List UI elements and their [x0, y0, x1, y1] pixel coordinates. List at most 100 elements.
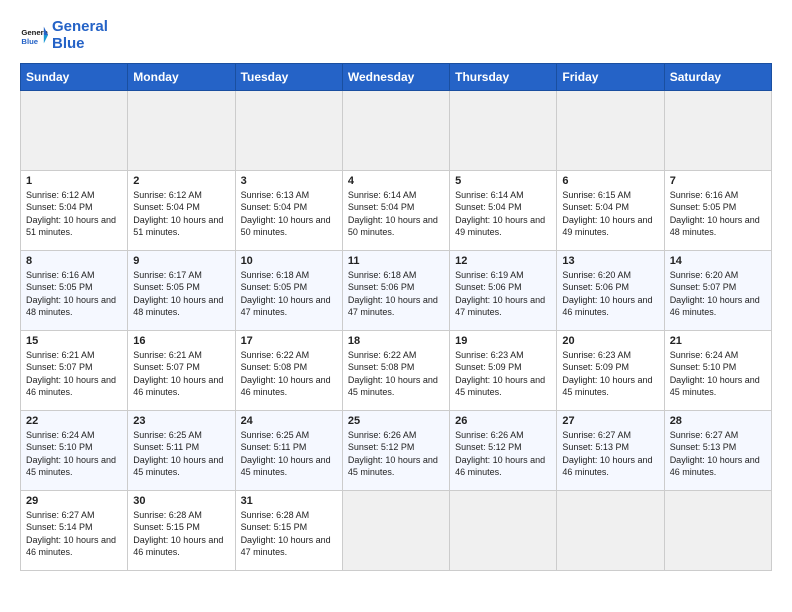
day-cell: [450, 490, 557, 570]
day-number: 21: [670, 335, 766, 347]
page: General Blue GeneralBlue SundayMondayTue…: [0, 0, 792, 581]
day-number: 28: [670, 415, 766, 427]
day-cell: 8Sunrise: 6:16 AMSunset: 5:05 PMDaylight…: [21, 250, 128, 330]
day-number: 2: [133, 175, 229, 187]
day-number: 16: [133, 335, 229, 347]
day-info: Sunrise: 6:14 AMSunset: 5:04 PMDaylight:…: [455, 190, 545, 238]
day-cell: 30Sunrise: 6:28 AMSunset: 5:15 PMDayligh…: [128, 490, 235, 570]
day-info: Sunrise: 6:27 AMSunset: 5:14 PMDaylight:…: [26, 510, 116, 558]
logo-text: GeneralBlue: [52, 18, 108, 53]
day-info: Sunrise: 6:24 AMSunset: 5:10 PMDaylight:…: [670, 350, 760, 398]
day-cell: 7 Sunrise: 6:16 AMSunset: 5:05 PMDaylight…: [664, 170, 771, 250]
day-number: 11: [348, 255, 444, 267]
day-number: 27: [562, 415, 658, 427]
day-number: 13: [562, 255, 658, 267]
day-cell: 4 Sunrise: 6:14 AMSunset: 5:04 PMDaylight…: [342, 170, 449, 250]
day-info: Sunrise: 6:19 AMSunset: 5:06 PMDaylight:…: [455, 270, 545, 318]
week-row-1: [21, 90, 772, 170]
day-cell: [664, 90, 771, 170]
day-info: Sunrise: 6:12 AMSunset: 5:04 PMDaylight:…: [133, 190, 223, 238]
day-cell: 3 Sunrise: 6:13 AMSunset: 5:04 PMDaylight…: [235, 170, 342, 250]
day-info: Sunrise: 6:28 AMSunset: 5:15 PMDaylight:…: [133, 510, 223, 558]
day-info: Sunrise: 6:26 AMSunset: 5:12 PMDaylight:…: [455, 430, 545, 478]
day-number: 7: [670, 175, 766, 187]
day-number: 31: [241, 495, 337, 507]
day-cell: [128, 90, 235, 170]
day-cell: 21 Sunrise: 6:24 AMSunset: 5:10 PMDayligh…: [664, 330, 771, 410]
day-cell: 24Sunrise: 6:25 AMSunset: 5:11 PMDayligh…: [235, 410, 342, 490]
day-number: 19: [455, 335, 551, 347]
header-cell-thursday: Thursday: [450, 63, 557, 90]
day-cell: [21, 90, 128, 170]
day-cell: 26 Sunrise: 6:26 AMSunset: 5:12 PMDayligh…: [450, 410, 557, 490]
logo-icon: General Blue: [20, 21, 48, 49]
week-row-2: 1Sunrise: 6:12 AMSunset: 5:04 PMDaylight…: [21, 170, 772, 250]
header-cell-monday: Monday: [128, 63, 235, 90]
day-info: Sunrise: 6:14 AMSunset: 5:04 PMDaylight:…: [348, 190, 438, 238]
day-number: 14: [670, 255, 766, 267]
week-row-4: 15 Sunrise: 6:21 AMSunset: 5:07 PMDayligh…: [21, 330, 772, 410]
day-info: Sunrise: 6:25 AMSunset: 5:11 PMDaylight:…: [133, 430, 223, 478]
day-cell: 25 Sunrise: 6:26 AMSunset: 5:12 PMDayligh…: [342, 410, 449, 490]
day-cell: 2 Sunrise: 6:12 AMSunset: 5:04 PMDaylight…: [128, 170, 235, 250]
day-cell: 28 Sunrise: 6:27 AMSunset: 5:13 PMDayligh…: [664, 410, 771, 490]
day-number: 8: [26, 255, 122, 267]
day-info: Sunrise: 6:27 AMSunset: 5:13 PMDaylight:…: [670, 430, 760, 478]
day-number: 15: [26, 335, 122, 347]
header: General Blue GeneralBlue: [20, 18, 772, 53]
calendar-table: SundayMondayTuesdayWednesdayThursdayFrid…: [20, 63, 772, 571]
day-number: 26: [455, 415, 551, 427]
logo: General Blue GeneralBlue: [20, 18, 108, 53]
day-cell: 12 Sunrise: 6:19 AMSunset: 5:06 PMDayligh…: [450, 250, 557, 330]
day-cell: 27Sunrise: 6:27 AMSunset: 5:13 PMDayligh…: [557, 410, 664, 490]
day-number: 18: [348, 335, 444, 347]
day-info: Sunrise: 6:13 AMSunset: 5:04 PMDaylight:…: [241, 190, 331, 238]
day-cell: [450, 90, 557, 170]
day-info: Sunrise: 6:22 AMSunset: 5:08 PMDaylight:…: [241, 350, 331, 398]
day-info: Sunrise: 6:16 AMSunset: 5:05 PMDaylight:…: [670, 190, 760, 238]
day-cell: 13 Sunrise: 6:20 AMSunset: 5:06 PMDayligh…: [557, 250, 664, 330]
day-cell: 9 Sunrise: 6:17 AMSunset: 5:05 PMDaylight…: [128, 250, 235, 330]
day-cell: 20 Sunrise: 6:23 AMSunset: 5:09 PMDayligh…: [557, 330, 664, 410]
day-cell: 16 Sunrise: 6:21 AMSunset: 5:07 PMDayligh…: [128, 330, 235, 410]
day-info: Sunrise: 6:24 AMSunset: 5:10 PMDaylight:…: [26, 430, 116, 478]
day-info: Sunrise: 6:18 AMSunset: 5:05 PMDaylight:…: [241, 270, 331, 318]
week-row-6: 29Sunrise: 6:27 AMSunset: 5:14 PMDayligh…: [21, 490, 772, 570]
day-info: Sunrise: 6:25 AMSunset: 5:11 PMDaylight:…: [241, 430, 331, 478]
day-info: Sunrise: 6:20 AMSunset: 5:07 PMDaylight:…: [670, 270, 760, 318]
day-info: Sunrise: 6:22 AMSunset: 5:08 PMDaylight:…: [348, 350, 438, 398]
week-row-3: 8Sunrise: 6:16 AMSunset: 5:05 PMDaylight…: [21, 250, 772, 330]
day-info: Sunrise: 6:12 AMSunset: 5:04 PMDaylight:…: [26, 190, 116, 238]
day-cell: 1Sunrise: 6:12 AMSunset: 5:04 PMDaylight…: [21, 170, 128, 250]
day-number: 4: [348, 175, 444, 187]
day-number: 3: [241, 175, 337, 187]
day-cell: 6Sunrise: 6:15 AMSunset: 5:04 PMDaylight…: [557, 170, 664, 250]
day-number: 20: [562, 335, 658, 347]
day-info: Sunrise: 6:21 AMSunset: 5:07 PMDaylight:…: [133, 350, 223, 398]
day-cell: [235, 90, 342, 170]
day-number: 23: [133, 415, 229, 427]
day-info: Sunrise: 6:17 AMSunset: 5:05 PMDaylight:…: [133, 270, 223, 318]
day-number: 25: [348, 415, 444, 427]
day-info: Sunrise: 6:23 AMSunset: 5:09 PMDaylight:…: [562, 350, 652, 398]
day-number: 5: [455, 175, 551, 187]
day-info: Sunrise: 6:20 AMSunset: 5:06 PMDaylight:…: [562, 270, 652, 318]
day-cell: [664, 490, 771, 570]
day-cell: 29Sunrise: 6:27 AMSunset: 5:14 PMDayligh…: [21, 490, 128, 570]
day-number: 17: [241, 335, 337, 347]
day-info: Sunrise: 6:21 AMSunset: 5:07 PMDaylight:…: [26, 350, 116, 398]
day-cell: 19 Sunrise: 6:23 AMSunset: 5:09 PMDayligh…: [450, 330, 557, 410]
day-number: 10: [241, 255, 337, 267]
day-number: 6: [562, 175, 658, 187]
day-cell: 23 Sunrise: 6:25 AMSunset: 5:11 PMDayligh…: [128, 410, 235, 490]
day-info: Sunrise: 6:26 AMSunset: 5:12 PMDaylight:…: [348, 430, 438, 478]
day-cell: 14 Sunrise: 6:20 AMSunset: 5:07 PMDayligh…: [664, 250, 771, 330]
day-number: 12: [455, 255, 551, 267]
header-cell-friday: Friday: [557, 63, 664, 90]
header-cell-saturday: Saturday: [664, 63, 771, 90]
day-number: 9: [133, 255, 229, 267]
day-cell: 18 Sunrise: 6:22 AMSunset: 5:08 PMDayligh…: [342, 330, 449, 410]
day-info: Sunrise: 6:28 AMSunset: 5:15 PMDaylight:…: [241, 510, 331, 558]
day-info: Sunrise: 6:23 AMSunset: 5:09 PMDaylight:…: [455, 350, 545, 398]
day-cell: [342, 90, 449, 170]
